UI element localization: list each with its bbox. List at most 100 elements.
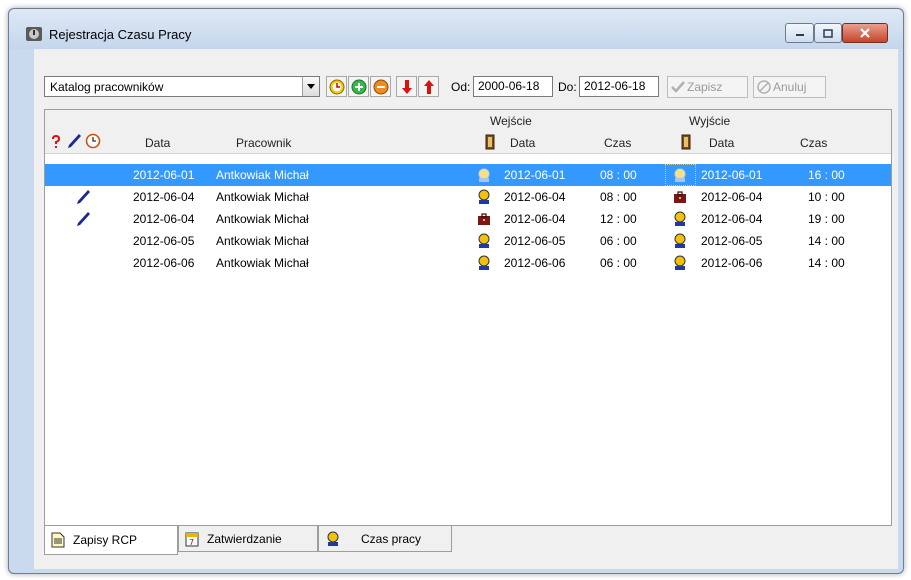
column-header-entry-time[interactable]: Czas <box>604 136 631 150</box>
cell-entry-time: 06 : 00 <box>600 256 637 270</box>
clock-icon <box>85 133 101 149</box>
plus-icon <box>351 79 366 94</box>
column-header-entry-date[interactable]: Data <box>510 136 535 150</box>
column-header-date[interactable]: Data <box>145 136 170 150</box>
cancel-button-label: Anuluj <box>773 80 807 94</box>
minimize-icon <box>795 34 804 36</box>
cancel-button[interactable]: Anuluj <box>753 76 826 98</box>
date-from-field[interactable]: 2000-06-18 <box>473 76 553 97</box>
cell-entry-time: 06 : 00 <box>600 234 637 248</box>
close-button[interactable] <box>842 23 888 43</box>
person-icon <box>476 167 492 183</box>
cell-date: 2012-06-04 <box>133 212 195 226</box>
exit-group-header: Wyjście <box>689 114 731 128</box>
cell-exit-date: 2012-06-05 <box>701 234 763 248</box>
catalog-combobox[interactable]: Katalog pracowników <box>44 76 320 97</box>
cell-employee: Antkowiak Michał <box>216 168 309 182</box>
pen-icon <box>75 189 91 205</box>
cell-exit-date: 2012-06-04 <box>701 212 763 226</box>
pen-icon <box>68 134 81 148</box>
door-icon <box>485 134 495 150</box>
window-title: Rejestracja Czasu Pracy <box>49 27 192 42</box>
clock-button[interactable] <box>326 76 347 97</box>
cell-exit-date: 2012-06-06 <box>701 256 763 270</box>
table-row[interactable]: 2012-06-06 Antkowiak Michał 2012-06-06 06 :… <box>45 252 891 274</box>
person-icon <box>672 255 688 271</box>
cell-employee: Antkowiak Michał <box>216 212 309 226</box>
table-row[interactable]: 2012-06-04 Antkowiak Michał 2012-06-04 08 :… <box>45 186 891 208</box>
focus-rectangle <box>665 164 696 186</box>
app-window: Rejestracja Czasu Pracy Katalog pracowni… <box>8 8 904 574</box>
person-icon <box>476 255 492 271</box>
records-grid[interactable]: Wejście Wyjście Data Pracownik Data Czas… <box>44 109 892 526</box>
cell-employee: Antkowiak Michał <box>216 190 309 204</box>
person-icon <box>327 531 339 546</box>
person-icon <box>476 189 492 205</box>
cell-employee: Antkowiak Michał <box>216 234 309 248</box>
briefcase-icon <box>672 189 688 205</box>
table-row[interactable]: 2012-06-05 Antkowiak Michał 2012-06-05 06 :… <box>45 230 891 252</box>
move-down-button[interactable] <box>396 76 417 97</box>
date-to-field[interactable]: 2012-06-18 <box>579 76 659 97</box>
grid-column-header: Data Pracownik Data Czas Data Czas <box>45 130 891 154</box>
cell-entry-date: 2012-06-01 <box>504 168 566 182</box>
entry-group-header: Wejście <box>490 114 532 128</box>
person-icon <box>672 211 688 227</box>
cell-entry-date: 2012-06-05 <box>504 234 566 248</box>
title-bar[interactable]: Rejestracja Czasu Pracy <box>9 9 903 49</box>
cell-entry-time: 12 : 00 <box>600 212 637 226</box>
tab-czas-pracy[interactable]: Czas pracy <box>318 526 452 552</box>
briefcase-icon <box>476 211 492 227</box>
svg-text:7: 7 <box>189 538 194 547</box>
question-mark-icon <box>52 135 61 148</box>
cell-entry-date: 2012-06-04 <box>504 190 566 204</box>
arrow-up-icon <box>423 79 434 94</box>
column-header-exit-time[interactable]: Czas <box>800 136 827 150</box>
calendar-icon: 7 <box>185 532 199 547</box>
door-icon <box>681 134 691 150</box>
minimize-button[interactable] <box>785 23 814 43</box>
table-row[interactable]: 2012-06-04 Antkowiak Michał 2012-06-04 12 :… <box>45 208 891 230</box>
person-icon <box>476 233 492 249</box>
table-row[interactable]: 2012-06-01 Antkowiak Michał 2012-06-01 08 :… <box>45 164 891 186</box>
maximize-icon <box>823 28 833 38</box>
do-label: Do: <box>558 80 577 94</box>
cell-date: 2012-06-01 <box>133 168 195 182</box>
column-header-exit-date[interactable]: Data <box>709 136 734 150</box>
tab-zapisy-rcp[interactable]: Zapisy RCP <box>44 526 178 555</box>
tab-label: Czas pracy <box>361 531 422 546</box>
cell-entry-date: 2012-06-06 <box>504 256 566 270</box>
pen-icon <box>75 211 91 227</box>
tab-strip: Zapisy RCP 7 Zatwierdzanie Czas pracy <box>44 526 892 556</box>
grid-group-header: Wejście Wyjście <box>45 110 891 130</box>
cell-exit-time: 16 : 00 <box>808 168 845 182</box>
minus-icon <box>373 79 388 94</box>
chevron-down-icon[interactable] <box>302 77 319 96</box>
move-up-button[interactable] <box>418 76 439 97</box>
cell-entry-time: 08 : 00 <box>600 168 637 182</box>
cell-exit-date: 2012-06-04 <box>701 190 763 204</box>
close-icon <box>860 28 870 38</box>
cell-date: 2012-06-05 <box>133 234 195 248</box>
save-button-label: Zapisz <box>687 80 723 94</box>
od-label: Od: <box>451 80 471 94</box>
checkmark-icon <box>671 81 685 93</box>
column-header-employee[interactable]: Pracownik <box>236 136 291 150</box>
cell-exit-time: 14 : 00 <box>808 234 845 248</box>
tab-zatwierdzanie[interactable]: 7 Zatwierdzanie <box>178 526 318 552</box>
remove-button[interactable] <box>370 76 391 97</box>
save-button[interactable]: Zapisz <box>667 76 748 98</box>
client-area: Katalog pracowników Od: 2000-06-18 Do: 2… <box>34 49 898 569</box>
tab-label: Zatwierdzanie <box>207 531 282 546</box>
add-button[interactable] <box>348 76 369 97</box>
cancel-icon <box>757 80 771 94</box>
arrow-down-icon <box>401 79 412 94</box>
cell-exit-time: 10 : 00 <box>808 190 845 204</box>
catalog-combobox-value: Katalog pracowników <box>50 80 164 94</box>
cell-employee: Antkowiak Michał <box>216 256 309 270</box>
cell-exit-date: 2012-06-01 <box>701 168 763 182</box>
maximize-button[interactable] <box>814 23 842 43</box>
person-icon <box>672 233 688 249</box>
cell-exit-time: 14 : 00 <box>808 256 845 270</box>
clock-icon <box>329 79 344 94</box>
